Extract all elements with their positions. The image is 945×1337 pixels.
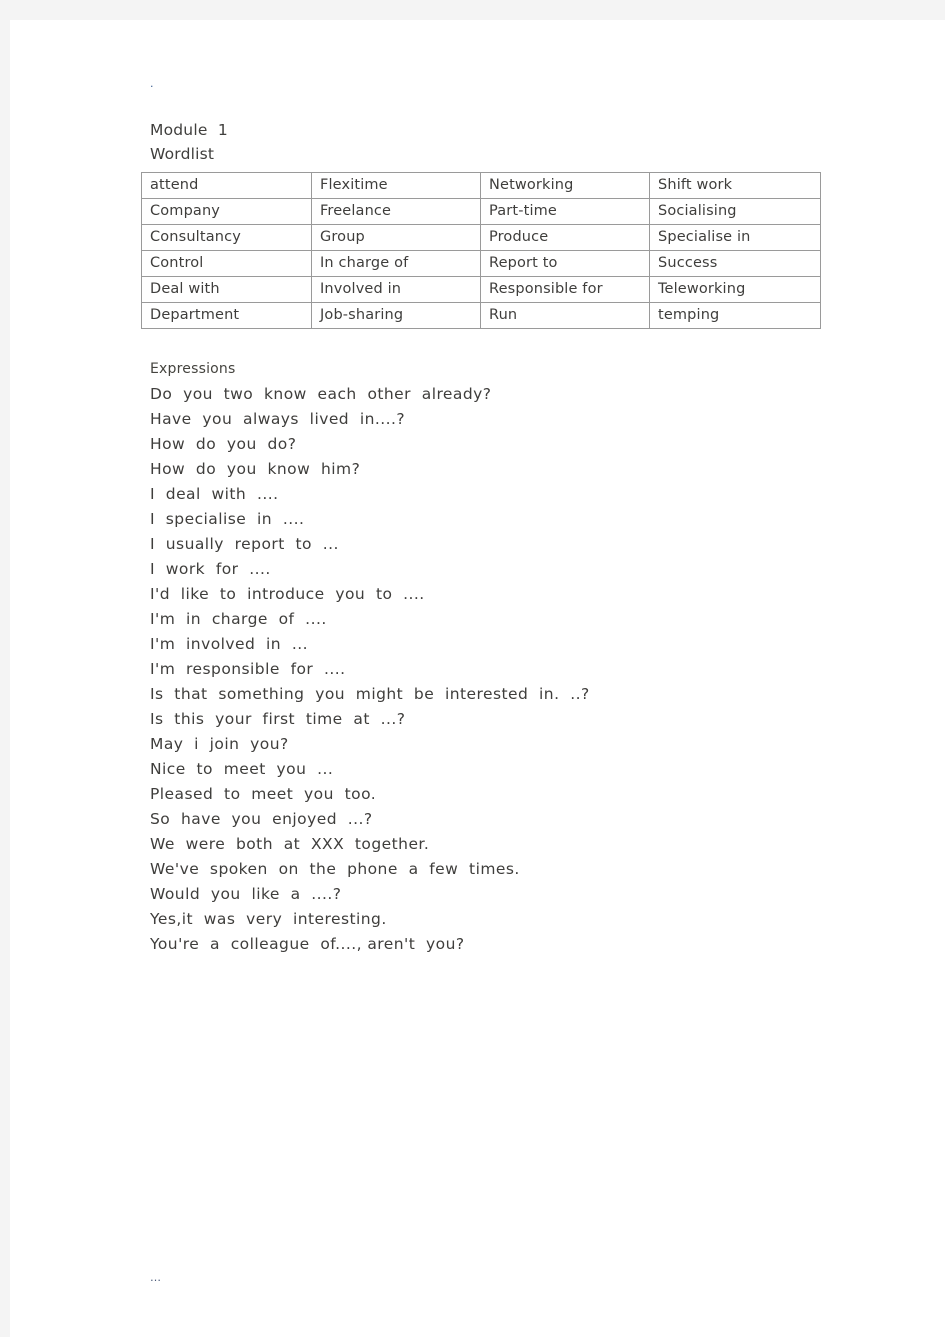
- table-cell: Responsible for: [480, 276, 650, 303]
- expression-line: I usually report to ...: [150, 535, 339, 553]
- table-cell: Deal with: [141, 276, 312, 303]
- table-row: Department Job-sharing Run temping: [141, 302, 821, 329]
- wordlist-table-body: attend Flexitime Networking Shift work C…: [141, 172, 821, 329]
- table-cell: Part-time: [480, 198, 650, 225]
- table-cell: Report to: [480, 250, 650, 277]
- expression-line: I specialise in ....: [150, 510, 305, 528]
- table-cell: In charge of: [311, 250, 481, 277]
- expression-line: Is this your first time at ...?: [150, 710, 406, 728]
- expression-line: How do you know him?: [150, 460, 361, 478]
- expression-line: Have you always lived in....?: [150, 410, 406, 428]
- table-cell: Consultancy: [141, 224, 312, 251]
- expression-line: Yes,it was very interesting.: [150, 910, 387, 928]
- expression-line: Do you two know each other already?: [150, 385, 492, 403]
- table-row: Control In charge of Report to Success: [141, 250, 821, 277]
- document-page: . Module 1 Wordlist attend Flexitime Net…: [10, 20, 945, 1337]
- table-cell: Group: [311, 224, 481, 251]
- table-cell: Success: [649, 250, 821, 277]
- expression-line: I'm involved in ...: [150, 635, 308, 653]
- table-cell: Shift work: [649, 172, 821, 199]
- table-cell: Involved in: [311, 276, 481, 303]
- expression-line: You're a colleague of...., aren't you?: [150, 935, 465, 953]
- stray-dot-mark: .: [150, 77, 154, 90]
- table-row: Consultancy Group Produce Specialise in: [141, 224, 821, 251]
- expression-line: Nice to meet you ...: [150, 760, 334, 778]
- expression-line: I deal with ....: [150, 485, 279, 503]
- expression-line: May i join you?: [150, 735, 289, 753]
- table-row: Company Freelance Part-time Socialising: [141, 198, 821, 225]
- wordlist-section-title: Wordlist: [150, 145, 215, 163]
- table-cell: Freelance: [311, 198, 481, 225]
- table-row: Deal with Involved in Responsible for Te…: [141, 276, 821, 303]
- expressions-section-title: Expressions: [150, 361, 236, 377]
- expression-line: I'd like to introduce you to ....: [150, 585, 425, 603]
- expression-line: We were both at XXX together.: [150, 835, 430, 853]
- expression-line: We've spoken on the phone a few times.: [150, 860, 520, 878]
- table-cell: attend: [141, 172, 312, 199]
- table-cell: Department: [141, 302, 312, 329]
- expression-line: Is that something you might be intereste…: [150, 685, 590, 703]
- table-cell: Specialise in: [649, 224, 821, 251]
- table-cell: Teleworking: [649, 276, 821, 303]
- table-cell: Job-sharing: [311, 302, 481, 329]
- expression-line: I'm in charge of ....: [150, 610, 327, 628]
- document-content: . Module 1 Wordlist attend Flexitime Net…: [141, 78, 841, 957]
- table-row: attend Flexitime Networking Shift work: [141, 172, 821, 199]
- table-cell: Company: [141, 198, 312, 225]
- expression-line: I work for ....: [150, 560, 271, 578]
- footer-ellipsis-mark: …: [150, 1271, 162, 1284]
- expressions-section: Expressions Do you two know each other a…: [141, 357, 841, 957]
- expression-line: Pleased to meet you too.: [150, 785, 377, 803]
- expression-line: So have you enjoyed ...?: [150, 810, 373, 828]
- table-cell: Flexitime: [311, 172, 481, 199]
- table-cell: Produce: [480, 224, 650, 251]
- expression-line: How do you do?: [150, 435, 297, 453]
- expression-line: Would you like a ....?: [150, 885, 342, 903]
- table-cell: temping: [649, 302, 821, 329]
- module-title: Module 1: [150, 121, 228, 139]
- table-cell: Socialising: [649, 198, 821, 225]
- table-cell: Networking: [480, 172, 650, 199]
- wordlist-table: attend Flexitime Networking Shift work C…: [141, 172, 821, 329]
- table-cell: Control: [141, 250, 312, 277]
- table-cell: Run: [480, 302, 650, 329]
- expression-line: I'm responsible for ....: [150, 660, 346, 678]
